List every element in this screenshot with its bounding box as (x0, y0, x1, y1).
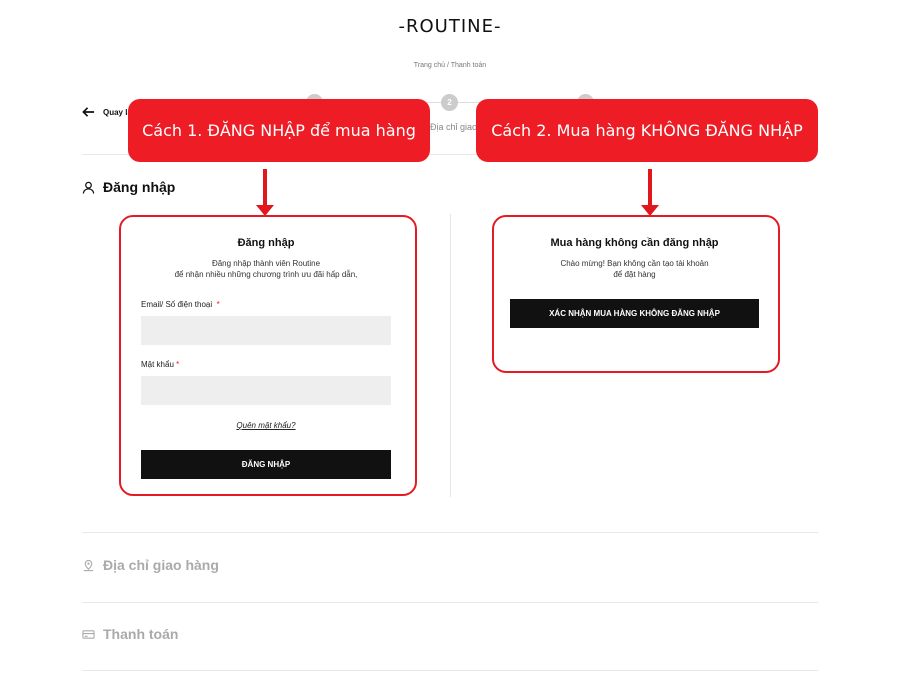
step-2-label: Địa chỉ giao hàng (430, 122, 478, 132)
divider (82, 670, 818, 671)
arrow-down-icon (263, 169, 267, 206)
email-label-text: Email/ Số điện thoại (141, 300, 213, 309)
login-subtitle-line1: Đăng nhập thành viên Routine (211, 259, 321, 268)
back-link[interactable]: Quay lại (82, 106, 134, 118)
callout-login: Cách 1. ĐĂNG NHẬP để mua hàng (128, 99, 430, 162)
login-title: Đăng nhập (237, 237, 295, 249)
arrow-down-icon (648, 169, 652, 206)
breadcrumb[interactable]: Trang chủ / Thanh toán (0, 62, 900, 69)
section-payment-title: Thanh toán (103, 626, 179, 642)
column-divider (450, 214, 451, 497)
section-address-title: Địa chỉ giao hàng (103, 557, 219, 573)
credit-card-icon (82, 629, 95, 639)
required-mark: * (216, 300, 220, 309)
email-field[interactable] (141, 316, 391, 345)
required-mark: * (176, 360, 180, 369)
step-2[interactable]: 2 (441, 94, 458, 111)
password-label-text: Mật khẩu (141, 360, 174, 369)
password-field[interactable] (141, 376, 391, 405)
login-subtitle: Đăng nhập thành viên Routine để nhận nhi… (141, 259, 391, 281)
login-subtitle-line2: để nhận nhiều những chương trình ưu đãi … (174, 269, 358, 279)
forgot-password-link[interactable]: Quên mật khẩu? (141, 421, 391, 430)
section-login-title: Đăng nhập (103, 179, 176, 195)
brand-logo[interactable]: -ROUTINE- (0, 16, 900, 37)
divider (82, 602, 818, 603)
login-button[interactable]: ĐĂNG NHẬP (141, 450, 391, 479)
email-label: Email/ Số điện thoại * (141, 300, 220, 309)
guest-subtitle: Chào mừng! Bạn không cần tạo tài khoản đ… (510, 259, 759, 281)
section-address[interactable]: Địa chỉ giao hàng (82, 557, 219, 573)
user-icon (82, 181, 95, 194)
guest-subtitle-line2: để đặt hàng (613, 269, 656, 279)
section-payment[interactable]: Thanh toán (82, 626, 178, 642)
guest-title: Mua hàng không cần đăng nhập (550, 237, 719, 249)
map-pin-icon (83, 559, 94, 571)
arrow-left-icon (82, 107, 95, 117)
guest-subtitle-line1: Chào mừng! Bạn không cần tạo tài khoản (560, 259, 709, 268)
section-login: Đăng nhập (82, 179, 175, 195)
divider (82, 532, 818, 533)
callout-guest: Cách 2. Mua hàng KHÔNG ĐĂNG NHẬP (476, 99, 818, 162)
password-label: Mật khẩu * (141, 360, 179, 369)
guest-checkout-button[interactable]: XÁC NHẬN MUA HÀNG KHÔNG ĐĂNG NHẬP (510, 299, 759, 328)
